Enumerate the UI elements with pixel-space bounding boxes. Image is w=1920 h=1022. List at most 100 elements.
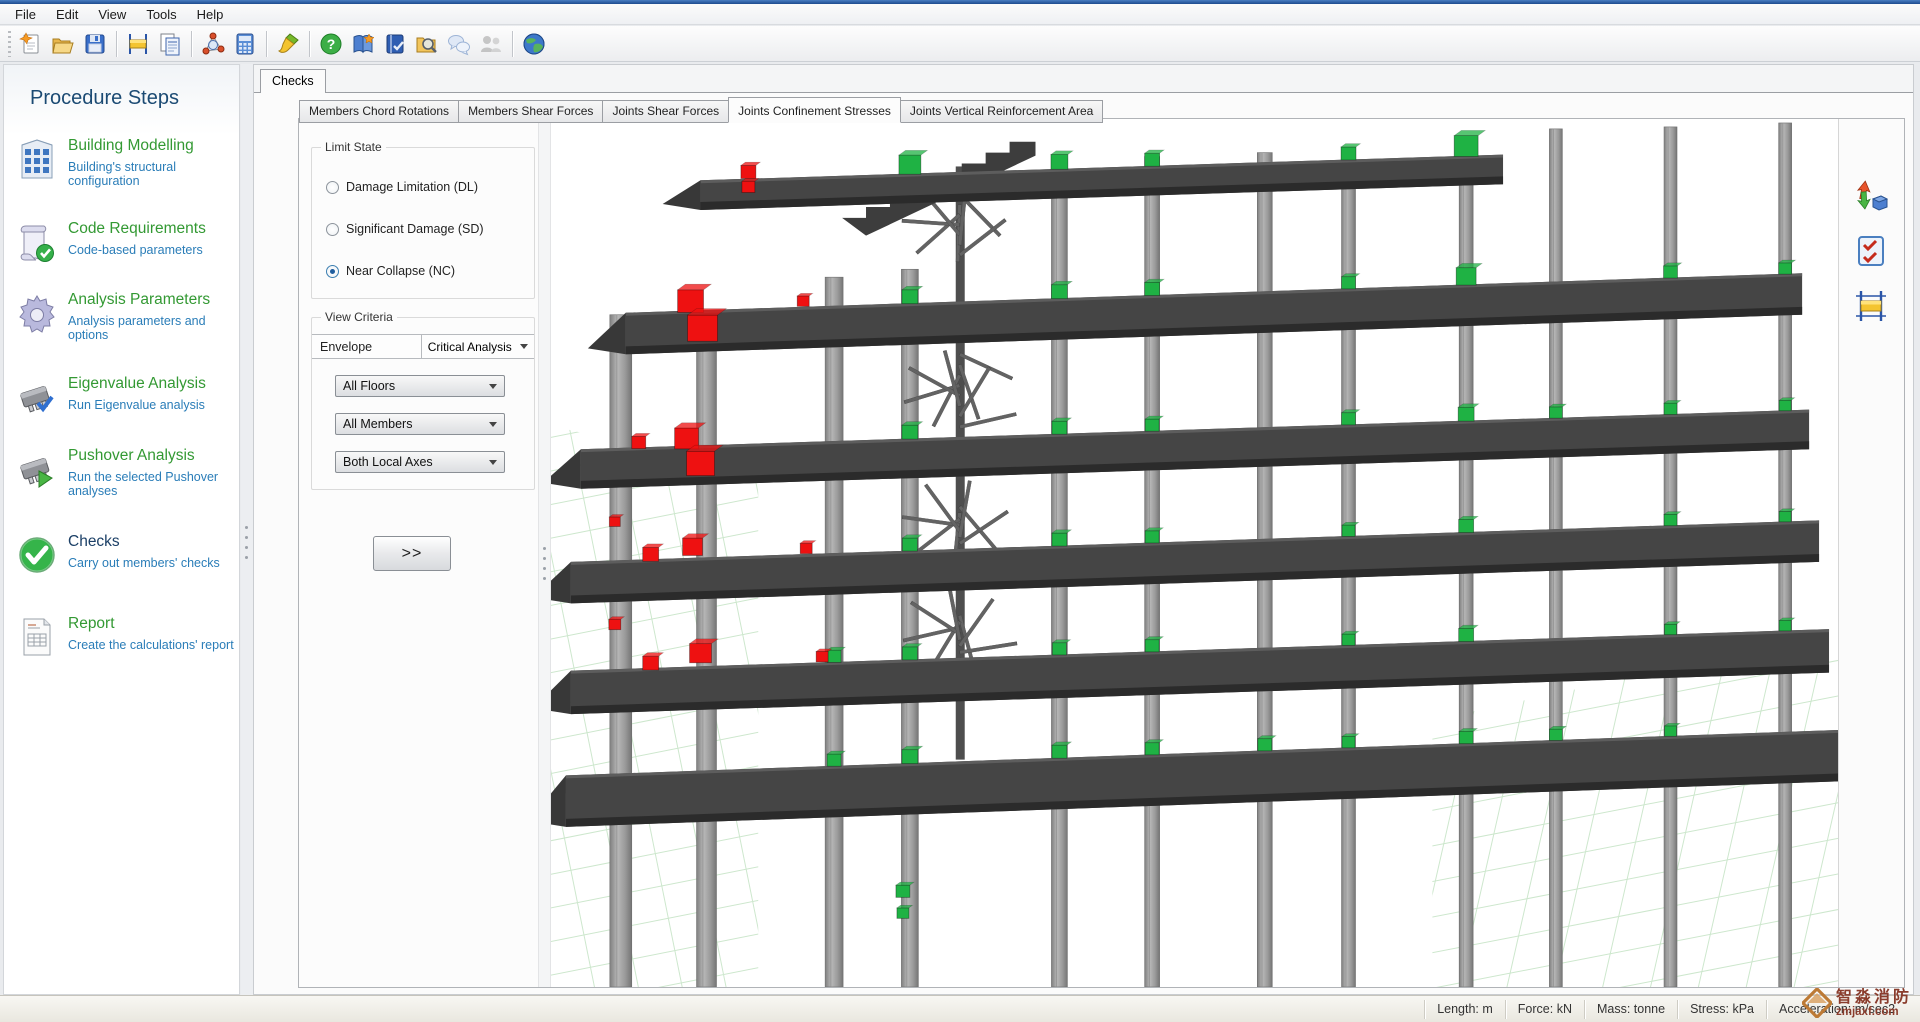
radio-circle-icon	[326, 264, 339, 278]
analysis-combo[interactable]: Critical Analysis	[420, 335, 534, 358]
floors-dropdown[interactable]: All Floors	[335, 375, 505, 397]
frame-section-icon[interactable]	[1852, 287, 1890, 325]
radio-near-collapse[interactable]: Near Collapse (NC)	[326, 264, 455, 278]
tab-checks[interactable]: Checks	[260, 69, 326, 93]
toolbar-separator	[116, 30, 117, 57]
subtab-members-chord-rotations[interactable]: Members Chord Rotations	[299, 100, 460, 123]
menu-tools[interactable]: Tools	[136, 5, 186, 24]
chevron-down-icon	[489, 459, 497, 465]
chevron-down-icon	[519, 344, 528, 349]
tutorial-book-icon[interactable]	[347, 28, 379, 60]
subtab-joints-shear-forces[interactable]: Joints Shear Forces	[602, 100, 730, 123]
step-subtitle: Carry out members' checks	[68, 556, 220, 570]
sidebar-item-pushover-analysis[interactable]: Pushover Analysis Run the selected Pushov…	[14, 445, 235, 507]
menu-file[interactable]: File	[5, 5, 46, 24]
report-icon[interactable]	[154, 28, 186, 60]
watermark-title: 智淼消防	[1835, 988, 1912, 1006]
watermark: 智淼消防 zmjaxf.com	[1801, 988, 1912, 1018]
toolbar-grip[interactable]	[8, 30, 11, 57]
open-project-icon[interactable]	[47, 28, 79, 60]
sidebar-item-building-modelling[interactable]: Building Modelling Building's structural …	[14, 135, 235, 197]
menu-bar: File Edit View Tools Help	[0, 4, 1920, 25]
step-subtitle: Analysis parameters and options	[68, 314, 206, 342]
step-subtitle: Run Eigenvalue analysis	[68, 398, 205, 412]
checks-page: Members Chord Rotations Members Shear Fo…	[254, 92, 1913, 994]
sidebar-splitter[interactable]	[241, 64, 253, 995]
view-criteria-label: View Criteria	[321, 310, 397, 324]
step-title: Report	[68, 615, 115, 632]
menu-edit[interactable]: Edit	[46, 5, 88, 24]
menu-view[interactable]: View	[88, 5, 136, 24]
envelope-mode-cell[interactable]: Envelope	[312, 335, 421, 358]
step-title: Analysis Parameters	[68, 291, 211, 308]
paintbrush-icon[interactable]	[272, 28, 304, 60]
limit-state-label: Limit State	[321, 140, 386, 154]
axes-dropdown[interactable]: Both Local Axes	[335, 451, 505, 473]
calculator-icon[interactable]	[229, 28, 261, 60]
checks-control-panel: Limit State Damage Limitation (DL) Signi…	[311, 140, 535, 571]
pushover-chip-icon	[14, 445, 60, 493]
subtab-joints-vertical-reinforcement-area[interactable]: Joints Vertical Reinforcement Area	[899, 100, 1104, 123]
website-globe-icon[interactable]	[518, 28, 550, 60]
building-3d-viewport[interactable]	[551, 119, 1838, 987]
radio-circle-icon	[326, 222, 339, 236]
sidebar-item-code-requirements[interactable]: Code Requirements Code-based parameters	[14, 218, 235, 280]
checks-circle-icon	[14, 531, 60, 579]
subtab-joints-confinement-stresses[interactable]: Joints Confinement Stresses	[728, 97, 901, 123]
chevron-down-icon	[489, 383, 497, 389]
subtab-page: Limit State Damage Limitation (DL) Signi…	[298, 118, 1905, 988]
status-stress: Stress: kPa	[1677, 999, 1766, 1019]
toolbar-separator	[191, 30, 192, 57]
eigenvalue-chip-icon	[14, 373, 60, 421]
save-project-icon[interactable]	[79, 28, 111, 60]
radio-label: Significant Damage (SD)	[346, 222, 484, 236]
limit-state-groupbox: Limit State Damage Limitation (DL) Signi…	[311, 140, 535, 299]
axes-dropdown-value: Both Local Axes	[343, 455, 433, 469]
building-icon	[14, 135, 60, 183]
step-subtitle: Code-based parameters	[68, 243, 203, 257]
sidebar-item-eigenvalue-analysis[interactable]: Eigenvalue Analysis Run Eigenvalue analys…	[14, 373, 235, 435]
forum-bubbles-icon[interactable]	[443, 28, 475, 60]
watermark-logo-icon	[1801, 988, 1832, 1018]
menu-help[interactable]: Help	[187, 5, 234, 24]
step-title: Building Modelling	[68, 137, 194, 154]
analysis-combo-value: Critical Analysis	[427, 339, 512, 354]
step-subtitle: Create the calculations' report	[68, 638, 234, 652]
gear-icon	[14, 289, 60, 337]
sidebar-item-analysis-parameters[interactable]: Analysis Parameters Analysis parameters a…	[14, 289, 235, 351]
sidebar-item-report[interactable]: Report Create the calculations' report	[14, 613, 235, 675]
manual-book-icon[interactable]	[379, 28, 411, 60]
support-icon[interactable]	[475, 28, 507, 60]
model-viewer-icon[interactable]	[197, 28, 229, 60]
sidebar-title: Procedure Steps	[30, 87, 179, 109]
radio-label: Near Collapse (NC)	[346, 264, 456, 278]
status-bar: Length: m Force: kN Mass: tonne Stress: …	[0, 995, 1920, 1022]
radio-damage-limitation[interactable]: Damage Limitation (DL)	[326, 180, 478, 194]
view-criteria-groupbox: View Criteria Envelope Critical Analysis…	[311, 310, 535, 490]
apply-button[interactable]: >>	[373, 536, 451, 571]
checks-subtabs: Members Chord Rotations Members Shear Fo…	[299, 97, 1104, 123]
main-toolbar: ?	[0, 26, 1920, 62]
checks-list-icon[interactable]	[1852, 232, 1890, 270]
members-dropdown[interactable]: All Members	[335, 413, 505, 435]
building-modeller-icon[interactable]	[122, 28, 154, 60]
step-title: Eigenvalue Analysis	[68, 375, 206, 392]
step-title: Checks	[68, 533, 120, 550]
subtab-members-shear-forces[interactable]: Members Shear Forces	[458, 100, 604, 123]
step-title: Code Requirements	[68, 220, 206, 237]
search-folder-icon[interactable]	[411, 28, 443, 60]
application-window: File Edit View Tools Help ? Procedure St…	[0, 0, 1920, 1022]
radio-label: Damage Limitation (DL)	[346, 180, 478, 194]
help-icon[interactable]: ?	[315, 28, 347, 60]
status-mass: Mass: tonne	[1583, 999, 1677, 1019]
toolbar-separator	[512, 30, 513, 57]
deformed-shape-icon[interactable]	[1852, 177, 1890, 215]
toolbar-separator	[309, 30, 310, 57]
chevron-down-icon	[489, 421, 497, 427]
sidebar-item-checks[interactable]: Checks Carry out members' checks	[14, 531, 235, 593]
members-dropdown-value: All Members	[343, 417, 413, 431]
new-project-icon[interactable]	[15, 28, 47, 60]
panel-splitter[interactable]	[538, 119, 551, 987]
radio-significant-damage[interactable]: Significant Damage (SD)	[326, 222, 484, 236]
floors-dropdown-value: All Floors	[343, 379, 396, 393]
